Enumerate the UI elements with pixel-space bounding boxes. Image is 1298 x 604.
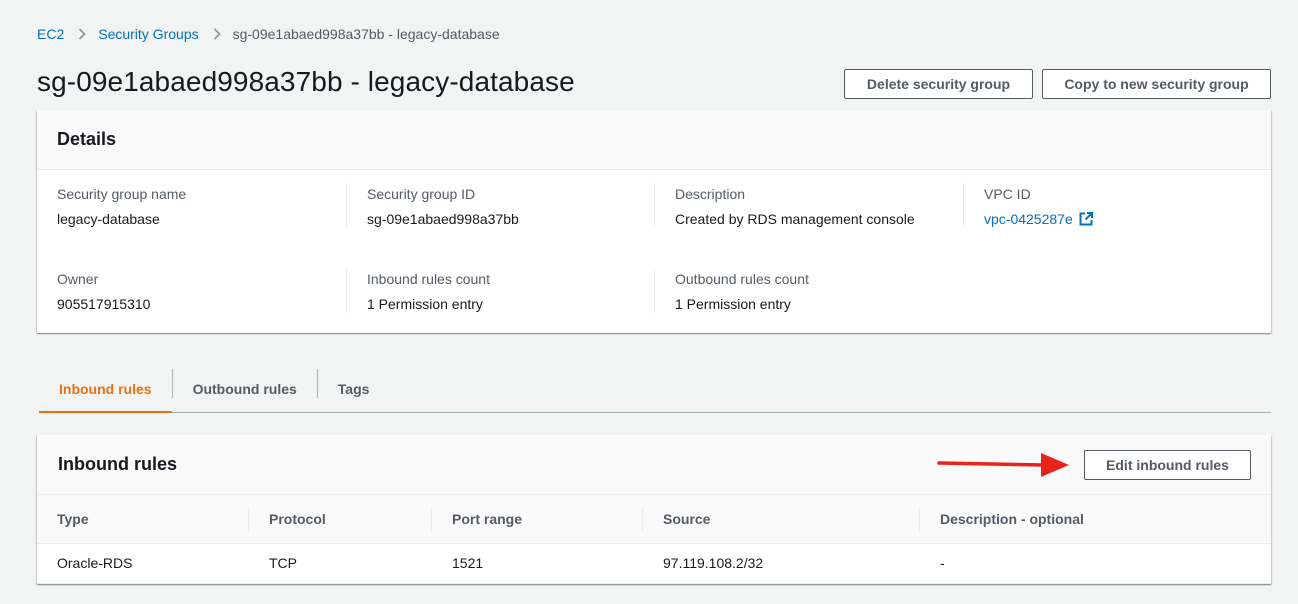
column-header[interactable]: Source xyxy=(643,495,920,544)
column-header[interactable]: Port range xyxy=(432,495,643,544)
vpc-id-link[interactable]: vpc-0425287e xyxy=(984,210,1073,228)
chevron-right-icon xyxy=(78,28,86,40)
inbound-rules-panel: Inbound rules Edit inbound rules Type Pr… xyxy=(37,435,1271,584)
breadcrumb: EC2 Security Groups sg-09e1abaed998a37bb… xyxy=(37,25,500,43)
field-outbound-count: Outbound rules count 1 Permission entry xyxy=(675,270,975,313)
details-title: Details xyxy=(57,129,117,149)
column-header[interactable]: Protocol xyxy=(249,495,432,544)
table-cell: Oracle-RDS xyxy=(37,543,249,584)
field-label: Outbound rules count xyxy=(675,271,809,287)
breadcrumb-ec2-link[interactable]: EC2 xyxy=(37,26,64,42)
tab-outbound-rules[interactable]: Outbound rules xyxy=(173,365,317,412)
edit-inbound-rules-button[interactable]: Edit inbound rules xyxy=(1084,449,1251,480)
field-label: Description xyxy=(675,186,746,202)
field-value: legacy-database xyxy=(57,211,160,227)
breadcrumb-current: sg-09e1abaed998a37bb - legacy-database xyxy=(232,26,500,42)
field-value: 905517915310 xyxy=(57,296,151,312)
details-panel: Details Security group name legacy-datab… xyxy=(37,110,1271,333)
field-label: Owner xyxy=(57,271,99,287)
inbound-rules-table: Type Protocol Port range Source Descript… xyxy=(37,495,1271,584)
field-value: sg-09e1abaed998a37bb xyxy=(367,211,519,227)
table-cell: - xyxy=(920,543,1271,584)
table-cell: TCP xyxy=(249,543,432,584)
breadcrumb-security-groups-link[interactable]: Security Groups xyxy=(98,26,198,42)
page-title: sg-09e1abaed998a37bb - legacy-database xyxy=(37,66,575,97)
field-value: 1 Permission entry xyxy=(675,296,791,312)
field-inbound-count: Inbound rules count 1 Permission entry xyxy=(367,270,667,313)
field-label: VPC ID xyxy=(984,186,1031,202)
field-label: Inbound rules count xyxy=(367,271,490,287)
details-header: Details xyxy=(37,110,1271,170)
table-header-row: Type Protocol Port range Source Descript… xyxy=(37,495,1271,544)
field-value: vpc-0425287e xyxy=(984,210,1284,228)
table-cell: 97.119.108.2/32 xyxy=(643,543,920,584)
column-header[interactable]: Type xyxy=(37,495,249,544)
field-value: 1 Permission entry xyxy=(367,296,483,312)
delete-security-group-button[interactable]: Delete security group xyxy=(844,69,1033,99)
field-description: Description Created by RDS management co… xyxy=(675,185,975,228)
field-value: Created by RDS management console xyxy=(675,211,915,227)
field-sg-name: Security group name legacy-database xyxy=(57,185,357,228)
field-sg-id: Security group ID sg-09e1abaed998a37bb xyxy=(367,185,667,228)
field-vpc-id: VPC ID vpc-0425287e xyxy=(984,185,1284,228)
inbound-rules-title: Inbound rules xyxy=(58,454,177,474)
header-actions: Delete security group Copy to new securi… xyxy=(844,69,1271,99)
column-header[interactable]: Description - optional xyxy=(920,495,1271,544)
tab-bar: Inbound rules Outbound rules Tags xyxy=(39,365,1271,413)
table-row: Oracle-RDS TCP 1521 97.119.108.2/32 - xyxy=(37,543,1271,584)
field-owner: Owner 905517915310 xyxy=(57,270,357,313)
field-label: Security group ID xyxy=(367,186,476,202)
table-cell: 1521 xyxy=(432,543,643,584)
copy-security-group-button[interactable]: Copy to new security group xyxy=(1042,69,1271,99)
external-link-icon[interactable] xyxy=(1079,212,1093,226)
inbound-rules-header: Inbound rules Edit inbound rules xyxy=(37,435,1271,495)
field-label: Security group name xyxy=(57,186,187,202)
chevron-right-icon xyxy=(213,28,221,40)
annotation-arrow-icon xyxy=(937,453,1069,477)
tab-tags[interactable]: Tags xyxy=(318,365,390,412)
tab-inbound-rules[interactable]: Inbound rules xyxy=(39,365,172,413)
